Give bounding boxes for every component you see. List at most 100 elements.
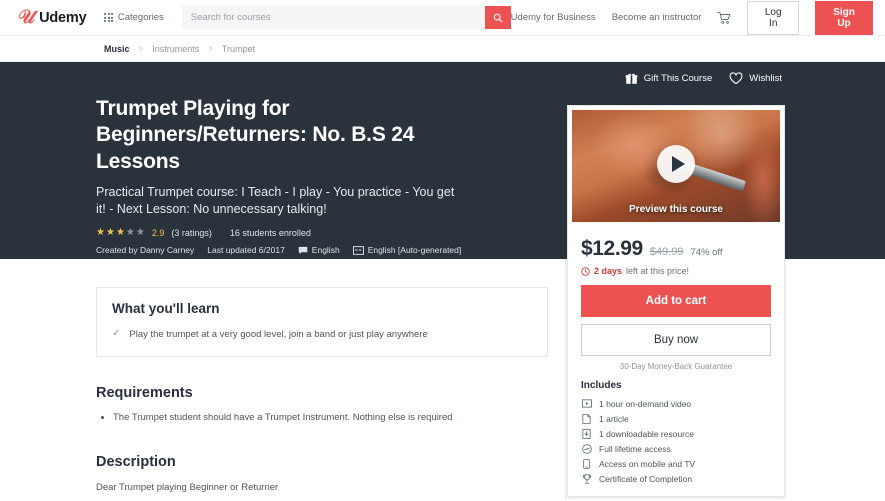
cart-button[interactable] (717, 11, 731, 25)
download-icon (581, 428, 592, 439)
buy-now-button[interactable]: Buy now (581, 324, 771, 356)
signup-button[interactable]: Sign Up (815, 0, 873, 35)
star-icon: ★ (115, 227, 125, 239)
wishlist-label: Wishlist (749, 73, 782, 84)
grid-icon (104, 13, 113, 22)
students-enrolled: 16 students enrolled (229, 227, 311, 238)
language-label: English (311, 245, 340, 256)
price-section: $12.99 $49.99 74% off 2 days left at thi… (568, 226, 784, 276)
current-price: $12.99 (581, 237, 643, 260)
list-item: 1 article (581, 411, 771, 426)
requirements-title: Requirements (96, 385, 193, 402)
money-back-guarantee: 30-Day Money-Back Guarantee (619, 362, 733, 371)
gift-this-course-button[interactable]: Gift This Course (625, 72, 712, 85)
udemy-logo[interactable]: 𝒰 Udemy (17, 6, 87, 28)
what-you-will-learn-title: What you'll learn (112, 301, 220, 316)
play-icon (671, 155, 685, 172)
list-item: 1 downloadable resource (581, 426, 771, 441)
learn-item-label: Play the trumpet at a very good level, j… (129, 329, 428, 340)
star-icon: ★ (105, 227, 115, 239)
search-icon (493, 13, 503, 22)
list-item: The Trumpet student should have a Trumpe… (113, 411, 460, 425)
course-details-column: What you'll learn ✓ Play the trumpet at … (0, 259, 548, 501)
includes-label: Access on mobile and TV (599, 458, 696, 469)
page-title: Trumpet Playing for Beginners/Returners:… (96, 97, 415, 173)
course-subtitle: Practical Trumpet course: I Teach - I pl… (96, 184, 455, 216)
infinity-icon (581, 443, 592, 454)
preview-label: Preview this course (629, 204, 723, 215)
list-item: Full lifetime access (581, 441, 771, 456)
includes-label: 1 article (599, 413, 629, 424)
udemy-logo-text: Udemy (39, 9, 87, 26)
closed-caption-icon (352, 245, 364, 255)
hero-content: Trumpet Playing for Beginners/Returners:… (0, 62, 465, 255)
author-label: Created by Danny Carney (96, 245, 195, 256)
last-updated-label: Last updated 6/2017 (207, 245, 285, 256)
categories-menu[interactable]: Categories (104, 12, 164, 23)
breadcrumb-separator: > (208, 44, 213, 53)
content-divider (565, 259, 566, 501)
star-rating: ★ ★ ★ ★ ★ (96, 227, 145, 238)
heart-icon (729, 72, 743, 85)
check-icon: ✓ (112, 328, 121, 339)
nav-right-group: Udemy for Business Become an instructor … (511, 0, 873, 35)
captions-label: English [Auto-generated] (367, 245, 462, 256)
requirements-list: The Trumpet student should have a Trumpe… (96, 411, 460, 425)
wishlist-button[interactable]: Wishlist (729, 72, 782, 85)
discount-percent: 74% off (690, 247, 723, 258)
gift-label: Gift This Course (643, 73, 713, 84)
what-you-will-learn-box: What you'll learn ✓ Play the trumpet at … (96, 287, 548, 358)
original-price: $49.99 (649, 246, 684, 258)
breadcrumb-item-music[interactable]: Music (104, 44, 130, 54)
course-includes-list: Includes 1 hour on-demand video 1 articl… (568, 380, 784, 496)
trophy-icon (581, 473, 592, 484)
udemy-logo-icon: 𝒰 (17, 6, 36, 28)
last-updated: Last updated 6/2017 (207, 245, 285, 255)
become-instructor-link[interactable]: Become an instructor (612, 12, 702, 23)
search-bar (181, 6, 511, 29)
rating-count[interactable]: (3 ratings) (171, 228, 212, 238)
star-icon: ★ (135, 227, 145, 239)
course-preview-video[interactable]: Preview this course (568, 106, 784, 226)
includes-label: 1 hour on-demand video (599, 398, 692, 409)
breadcrumb: Music > Instruments > Trumpet (0, 36, 885, 62)
list-item: Certificate of Completion (581, 471, 771, 486)
includes-label: Full lifetime access (599, 443, 671, 454)
list-item: ✓ Play the trumpet at a very good level,… (112, 328, 532, 341)
course-language: English (298, 245, 340, 255)
rating-row: ★ ★ ★ ★ ★ 2.9 (3 ratings) 16 students en… (96, 227, 465, 238)
deadline-text: left at this price! (626, 266, 690, 276)
speech-bubble-icon (298, 246, 308, 254)
course-author[interactable]: Created by Danny Carney (96, 245, 194, 255)
play-button[interactable] (657, 144, 695, 183)
login-button[interactable]: Log In (747, 0, 799, 35)
udemy-course-page: 𝒰 Udemy Categories Udemy for Business Be… (0, 0, 885, 501)
gift-icon (625, 73, 638, 84)
breadcrumb-item-instruments[interactable]: Instruments (152, 44, 199, 54)
includes-label: Certificate of Completion (599, 473, 693, 484)
mobile-icon (581, 458, 592, 469)
categories-label: Categories (117, 12, 164, 23)
deadline-days: 2 days (594, 266, 623, 276)
description-paragraph-1: Dear Trumpet playing Beginner or Returne… (96, 481, 279, 493)
clock-icon (581, 266, 590, 276)
course-captions: English [Auto-generated] (352, 245, 462, 256)
breadcrumb-item-trumpet[interactable]: Trumpet (222, 44, 255, 54)
rating-value: 2.9 (151, 227, 165, 238)
list-item: 1 hour on-demand video (581, 396, 771, 411)
includes-title: Includes (581, 380, 622, 391)
shopping-cart-icon (717, 11, 731, 24)
search-submit-button[interactable] (484, 6, 511, 29)
udemy-for-business-link[interactable]: Udemy for Business (511, 12, 596, 23)
hero-action-group: Gift This Course Wishlist (625, 72, 782, 85)
price-deadline: 2 days left at this price! (581, 266, 771, 276)
list-item: Access on mobile and TV (581, 456, 771, 471)
search-input[interactable] (181, 6, 485, 29)
star-icon: ★ (125, 227, 135, 239)
course-meta-row: Created by Danny Carney Last updated 6/2… (96, 245, 465, 255)
price-line: $12.99 $49.99 74% off (581, 237, 771, 261)
course-purchase-card: Preview this course $12.99 $49.99 74% of… (567, 105, 785, 497)
add-to-cart-button[interactable]: Add to cart (581, 285, 771, 317)
includes-label: 1 downloadable resource (599, 428, 694, 439)
video-icon (581, 399, 592, 408)
